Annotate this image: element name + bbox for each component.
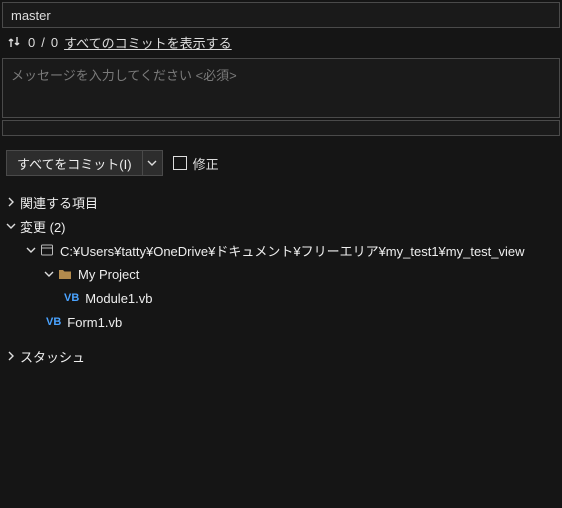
amend-label: 修正 — [193, 154, 219, 173]
commit-message-placeholder: メッセージを入力してください <必須> — [11, 68, 237, 83]
commit-all-label: すべてをコミット(I) — [7, 154, 142, 173]
chevron-right-icon — [4, 349, 18, 363]
commit-message-input[interactable]: メッセージを入力してください <必須> — [2, 58, 560, 118]
sync-arrows-icon — [6, 34, 22, 50]
repo-path: C:¥Users¥tatty¥OneDrive¥ドキュメント¥フリーエリア¥my… — [60, 241, 525, 260]
branch-bar[interactable]: master — [2, 2, 560, 28]
commit-all-button[interactable]: すべてをコミット(I) — [6, 150, 163, 176]
commit-counts-bar: 0 / 0 すべてのコミットを表示する — [0, 28, 562, 56]
project-node[interactable]: My Project — [0, 262, 562, 286]
chevron-down-icon — [147, 158, 157, 168]
checkbox-box-icon — [173, 156, 187, 170]
branch-name: master — [11, 8, 51, 23]
secondary-panel — [2, 120, 560, 136]
commit-all-caret[interactable] — [142, 151, 162, 175]
folder-icon — [58, 268, 72, 280]
vb-file-icon: VB — [46, 316, 61, 328]
section-changes[interactable]: 変更 (2) — [0, 214, 562, 238]
section-related[interactable]: 関連する項目 — [0, 190, 562, 214]
section-stash-label: スタッシュ — [20, 347, 85, 366]
chevron-down-icon — [42, 267, 56, 281]
vb-file-icon: VB — [64, 292, 79, 304]
changes-tree: 関連する項目 変更 (2) C:¥Users¥tatty¥OneDrive¥ドキ… — [0, 186, 562, 372]
file-module[interactable]: VB Module1.vb — [0, 286, 562, 310]
project-name: My Project — [78, 267, 139, 282]
chevron-down-icon — [4, 219, 18, 233]
section-changes-label: 変更 (2) — [20, 217, 66, 236]
chevron-down-icon — [24, 243, 38, 257]
commit-toolbar: すべてをコミット(I) 修正 — [0, 144, 562, 186]
file-form[interactable]: VB Form1.vb — [0, 310, 562, 334]
chevron-right-icon — [4, 195, 18, 209]
file-form-name: Form1.vb — [67, 315, 122, 330]
amend-checkbox[interactable]: 修正 — [173, 154, 219, 173]
outgoing-count: 0 — [28, 35, 35, 50]
section-stash[interactable]: スタッシュ — [0, 344, 562, 368]
incoming-count: 0 — [51, 35, 58, 50]
file-module-name: Module1.vb — [85, 291, 152, 306]
repository-icon — [40, 243, 54, 257]
repo-node[interactable]: C:¥Users¥tatty¥OneDrive¥ドキュメント¥フリーエリア¥my… — [0, 238, 562, 262]
count-slash: / — [41, 35, 45, 50]
section-related-label: 関連する項目 — [20, 193, 98, 212]
show-all-commits-link[interactable]: すべてのコミットを表示する — [64, 33, 232, 52]
